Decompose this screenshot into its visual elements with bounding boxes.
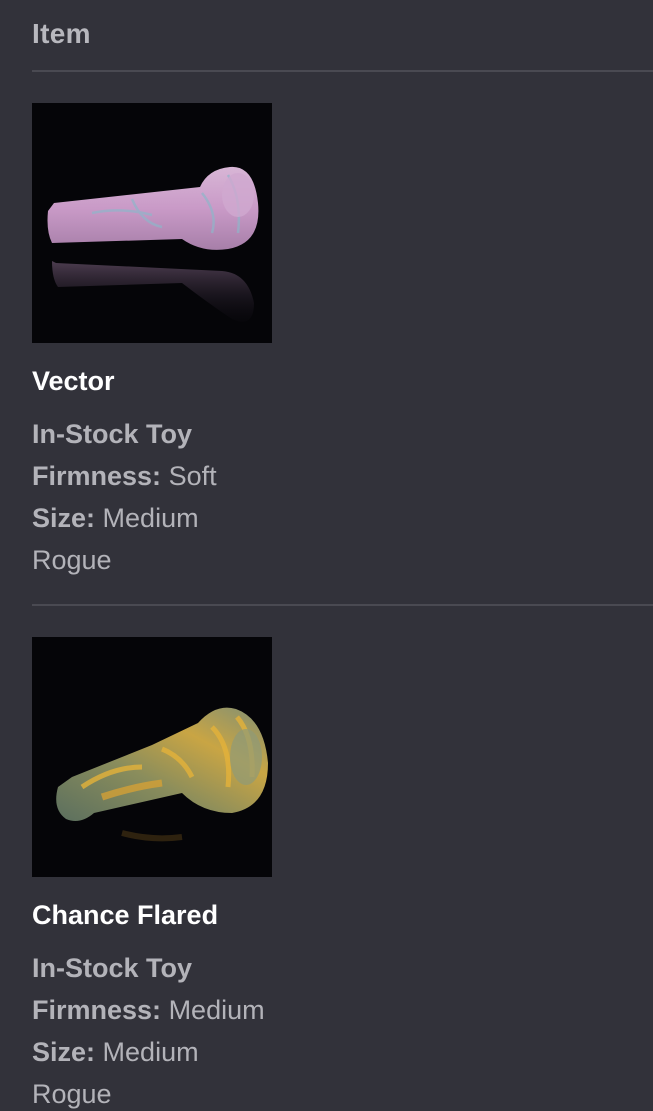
product-name[interactable]: Vector: [32, 365, 652, 397]
size-row: Size: Medium: [32, 497, 652, 539]
item-divider: [32, 604, 653, 606]
variant-text: Rogue: [32, 545, 112, 575]
product-type: In-Stock Toy: [32, 953, 193, 983]
product-name[interactable]: Chance Flared: [32, 899, 652, 931]
column-header-item: Item: [32, 18, 91, 49]
size-label: Size:: [32, 1037, 96, 1067]
product-image[interactable]: [32, 637, 272, 877]
firmness-label: Firmness:: [32, 461, 162, 491]
firmness-value: Soft: [168, 461, 217, 491]
variant-text: Rogue: [32, 1079, 112, 1109]
cart-item: Vector In-Stock Toy Firmness: Soft Size:…: [32, 103, 652, 581]
firmness-row: Firmness: Soft: [32, 455, 652, 497]
firmness-row: Firmness: Medium: [32, 989, 652, 1031]
firmness-label: Firmness:: [32, 995, 162, 1025]
header-divider: [32, 70, 653, 72]
size-label: Size:: [32, 503, 96, 533]
product-type: In-Stock Toy: [32, 419, 193, 449]
size-value: Medium: [102, 1037, 199, 1067]
firmness-value: Medium: [168, 995, 265, 1025]
product-image[interactable]: [32, 103, 272, 343]
cart-item: Chance Flared In-Stock Toy Firmness: Med…: [32, 637, 652, 1111]
size-value: Medium: [102, 503, 199, 533]
size-row: Size: Medium: [32, 1031, 652, 1073]
